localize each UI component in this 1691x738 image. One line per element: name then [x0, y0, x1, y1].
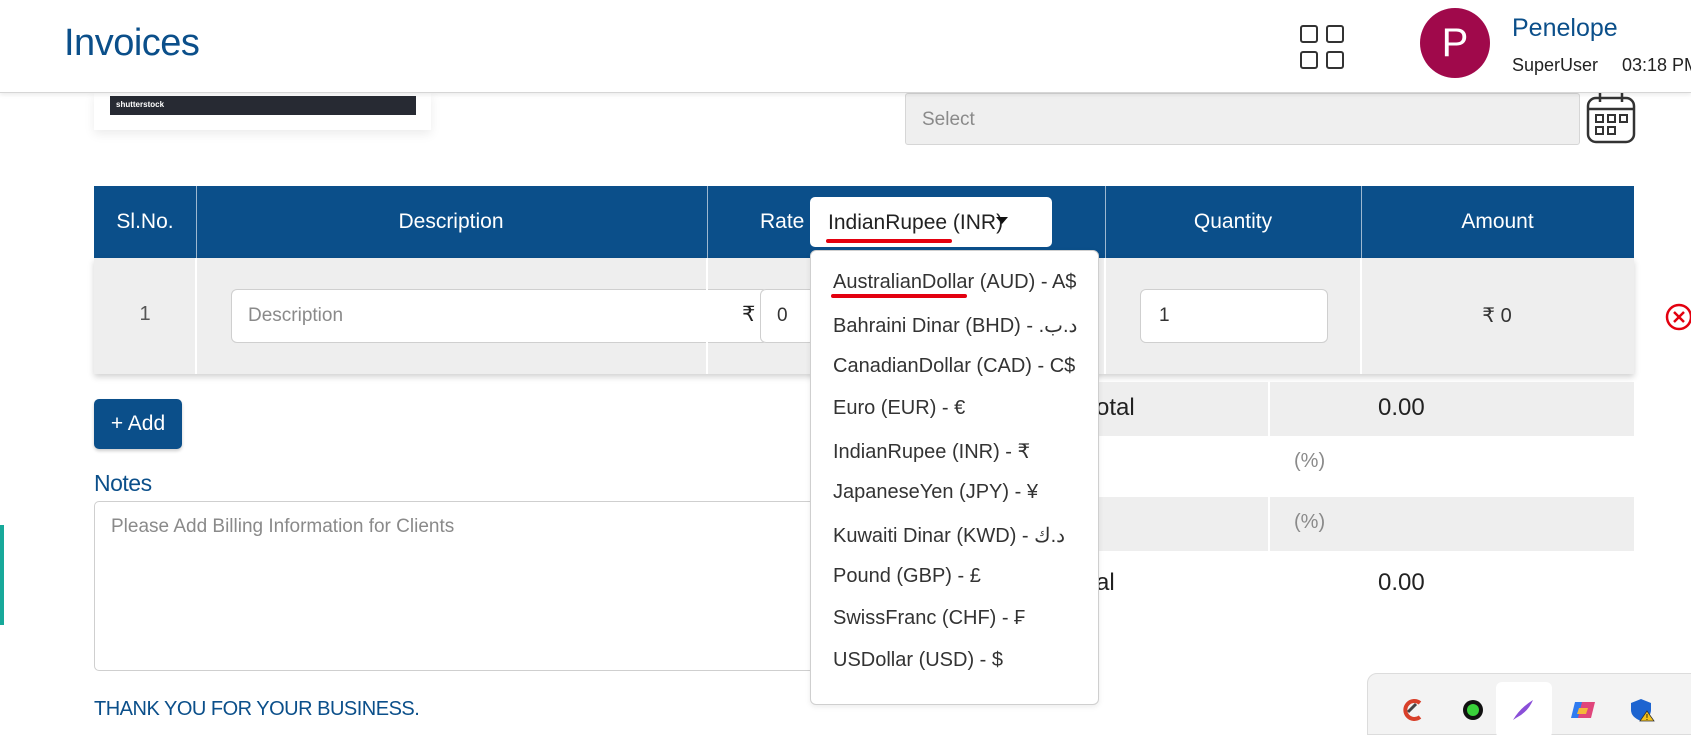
description-placeholder: Description	[248, 305, 344, 326]
tax-row: (%)	[1078, 436, 1634, 490]
discount-percent-label[interactable]: (%)	[1294, 511, 1325, 534]
apps-grid-icon[interactable]	[1300, 25, 1348, 73]
header-slno: Sl.No.	[116, 210, 174, 233]
user-role: SuperUser	[1512, 55, 1599, 75]
description-input[interactable]: Description	[231, 289, 768, 343]
remove-row-icon[interactable]	[1664, 302, 1691, 332]
row-amount: ₹ 0	[1482, 305, 1512, 327]
row-divider	[706, 258, 708, 374]
total-row: al 0.00	[1078, 557, 1634, 611]
svg-text:!: !	[1645, 713, 1648, 722]
copilot-icon[interactable]	[1570, 698, 1596, 722]
row-divider	[1104, 258, 1106, 374]
add-item-button[interactable]: + Add	[94, 399, 182, 449]
rate-value: 0	[777, 305, 788, 326]
currency-option-bhd[interactable]: Bahraini Dinar (BHD) - .د.ب	[833, 313, 1077, 338]
page-title: Invoices	[64, 22, 200, 64]
currency-option-jpy[interactable]: JapaneseYen (JPY) - ¥	[833, 481, 1038, 504]
company-logo: shutterstock	[94, 92, 431, 130]
summary-divider	[1268, 382, 1270, 436]
header-amount: Amount	[1461, 210, 1534, 233]
system-tray: !	[1367, 673, 1691, 738]
currency-select-button[interactable]: IndianRupee (INR)	[810, 197, 1052, 247]
quantity-input[interactable]: 1	[1140, 289, 1328, 343]
subtotal-label: otal	[1096, 394, 1135, 421]
header-divider	[707, 186, 708, 258]
calendar-icon[interactable]	[1586, 92, 1636, 144]
red-underline-annotation	[826, 239, 952, 243]
red-underline-annotation	[831, 294, 967, 298]
user-name: Penelope	[1512, 14, 1618, 42]
row-divider	[195, 258, 197, 374]
notes-label: Notes	[94, 470, 152, 496]
currency-option-aud[interactable]: AustralianDollar (AUD) - A$	[833, 271, 1076, 294]
date-select-placeholder: Select	[922, 109, 975, 130]
currency-option-inr[interactable]: IndianRupee (INR) - ₹	[833, 439, 1030, 464]
side-accent-bar	[0, 525, 4, 625]
currency-option-cad[interactable]: CanadianDollar (CAD) - C$	[833, 355, 1075, 378]
caret-down-icon	[996, 217, 1008, 224]
notes-placeholder: Please Add Billing Information for Clien…	[111, 516, 455, 537]
green-status-icon[interactable]	[1460, 698, 1486, 722]
logo-banner: shutterstock	[110, 96, 416, 115]
clock: 03:18 PM	[1622, 55, 1691, 75]
header-description: Description	[398, 210, 504, 233]
header-quantity: Quantity	[1193, 210, 1273, 233]
rate-currency-symbol: ₹	[742, 303, 756, 326]
ccleaner-icon[interactable]	[1400, 698, 1426, 722]
avatar[interactable]: P	[1420, 8, 1490, 78]
thank-you-text: THANK YOU FOR YOUR BUSINESS.	[94, 698, 420, 720]
subtotal-row: otal 0.00	[1078, 382, 1634, 436]
security-shield-icon[interactable]: !	[1630, 698, 1656, 722]
app-header: Invoices P Penelope SuperUser 03:18 PM	[0, 0, 1691, 93]
subtotal-value: 0.00	[1378, 394, 1425, 421]
feather-pen-icon[interactable]	[1510, 698, 1536, 722]
currency-option-eur[interactable]: Euro (EUR) - €	[833, 397, 965, 420]
currency-option-chf[interactable]: SwissFranc (CHF) - ₣	[833, 607, 1025, 630]
currency-dropdown-menu: AustralianDollar (AUD) - A$ Bahraini Din…	[810, 250, 1099, 705]
date-select[interactable]: Select	[905, 93, 1580, 145]
notes-textarea[interactable]: Please Add Billing Information for Clien…	[94, 501, 824, 671]
logo-brand-text: shutterstock	[116, 100, 165, 109]
currency-selected-value: IndianRupee (INR)	[828, 211, 1004, 234]
currency-option-usd[interactable]: USDollar (USD) - $	[833, 649, 1003, 672]
total-value: 0.00	[1378, 569, 1425, 596]
tax-percent-label[interactable]: (%)	[1294, 450, 1325, 473]
row-slno: 1	[139, 303, 151, 325]
summary-divider	[1268, 497, 1270, 551]
currency-option-gbp[interactable]: Pound (GBP) - £	[833, 565, 981, 588]
discount-row: (%)	[1078, 497, 1634, 551]
currency-option-kwd[interactable]: Kuwaiti Dinar (KWD) - د.ك	[833, 523, 1065, 548]
quantity-value: 1	[1159, 305, 1170, 326]
